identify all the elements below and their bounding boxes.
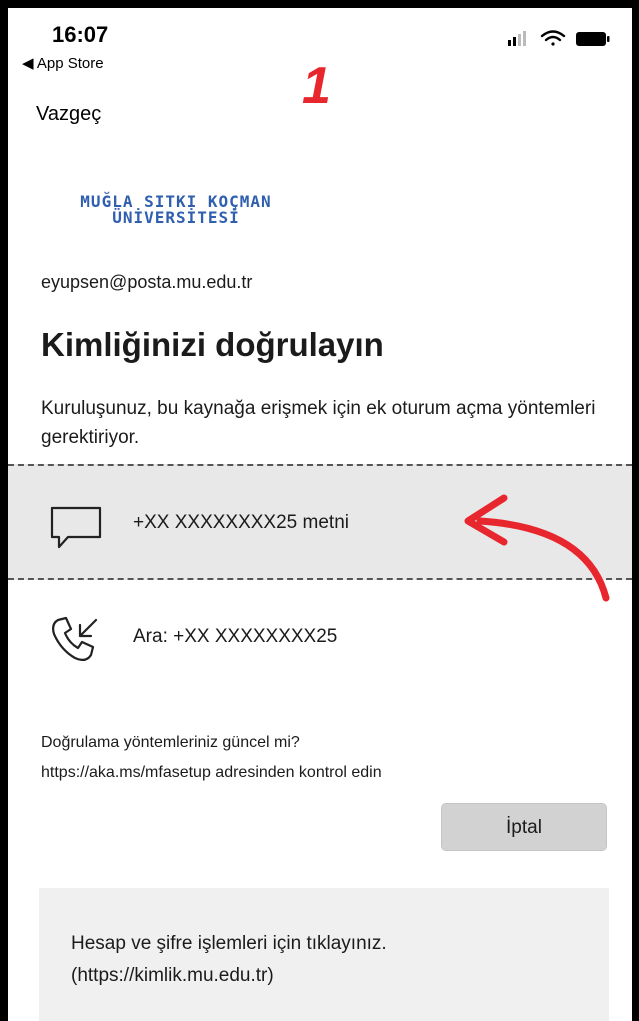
phone-incoming-icon xyxy=(52,616,98,662)
methods-hint-line-1: Doğrulama yöntemleriniz güncel mi? xyxy=(41,734,300,751)
verify-option-call-label: Ara: +XX XXXXXXXX25 xyxy=(133,626,338,647)
status-icons xyxy=(508,30,610,46)
battery-icon xyxy=(576,32,610,46)
annotation-arrow xyxy=(464,494,610,602)
back-to-app-store-link[interactable]: ◀ App Store xyxy=(22,54,104,72)
status-time: 16:07 xyxy=(52,22,109,47)
cancel-link[interactable]: Vazgeç xyxy=(36,103,101,126)
account-help-link[interactable]: Hesap ve şifre işlemleri için tıklayınız… xyxy=(71,928,387,992)
step-number-annotation: 1 xyxy=(302,57,331,115)
message-icon xyxy=(50,506,102,549)
page-title: Kimliğinizi doğrulayın xyxy=(41,326,384,363)
account-help-line-1: Hesap ve şifre işlemleri için tıklayınız… xyxy=(71,933,387,954)
phone-screen: 16:07 ◀ App Store Vazgeç 1 MUĞLA SITKI K… xyxy=(8,8,632,1021)
signal-icon xyxy=(508,31,526,46)
methods-hint-link[interactable]: https://aka.ms/mfasetup adresinden kontr… xyxy=(41,758,382,788)
logo-line-2: ÜNİVERSİTESİ xyxy=(112,208,240,227)
page-description: Kuruluşunuz, bu kaynağa erişmek için ek … xyxy=(41,398,596,448)
verify-option-sms-label: +XX XXXXXXXX25 metni xyxy=(133,512,349,533)
account-email: eyupsen@posta.mu.edu.tr xyxy=(41,272,253,292)
cancel-button[interactable]: İptal xyxy=(441,803,607,851)
methods-hint: Doğrulama yöntemleriniz güncel mi? https… xyxy=(41,728,382,788)
university-logo: MUĞLA SITKI KOÇMAN ÜNİVERSİTESİ xyxy=(58,194,294,226)
account-help-box: Hesap ve şifre işlemleri için tıklayınız… xyxy=(39,888,609,1021)
account-help-line-2: (https://kimlik.mu.edu.tr) xyxy=(71,965,274,986)
wifi-icon xyxy=(540,30,566,46)
